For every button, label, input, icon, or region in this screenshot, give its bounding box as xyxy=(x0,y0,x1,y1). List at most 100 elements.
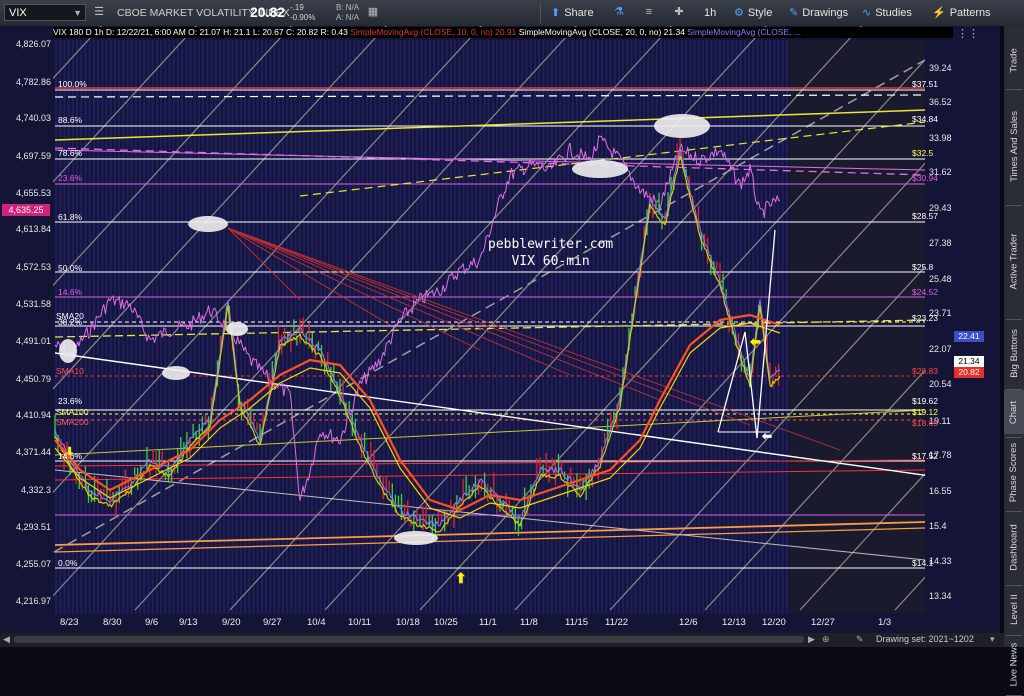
last-price: 20.82 xyxy=(250,4,286,20)
share-button[interactable]: ⬆ Share xyxy=(551,4,594,22)
sma-label: SMA200 xyxy=(56,417,89,427)
stack-icon[interactable]: ≡ xyxy=(642,5,656,20)
left-axis-tick: 4,216.97 xyxy=(15,596,51,606)
fib-label-right: $24.52 xyxy=(912,287,938,297)
style-button[interactable]: ⚙ Style xyxy=(734,4,772,22)
fib-label-left: 0.0% xyxy=(58,558,78,568)
left-axis-tick: 4,450.79 xyxy=(15,374,51,384)
fib-label-right: $18.69 xyxy=(912,418,938,428)
time-axis-tick: 8/23 xyxy=(60,617,79,628)
bottom-bar: ◀ ▶ ⊕ ✎ Drawing set: 2021~1202 ▾ xyxy=(0,633,1004,647)
fib-label-right: $14.1 xyxy=(912,558,934,568)
symbol-input[interactable]: VIX ▼ xyxy=(4,4,86,21)
left-axis-tick: 4,371.44 xyxy=(15,447,51,457)
left-axis-tick: 4,697.59 xyxy=(15,151,51,161)
sidebar-tab-label: Dashboard xyxy=(1008,523,1020,571)
sma10-readout[interactable]: SimpleMovingAvg (CLOSE, 10, 0, no) 20.91 xyxy=(350,27,516,37)
fib-label-left: 78.6% xyxy=(58,148,83,158)
horizontal-scrollbar[interactable] xyxy=(14,636,804,643)
chart-header: VIX 180 D 1h D: 12/22/21, 6:00 AM O: 21.… xyxy=(53,27,953,38)
drawing-set-label[interactable]: Drawing set: 2021~1202 xyxy=(876,634,974,644)
time-axis-tick: 9/6 xyxy=(145,617,159,628)
sidebar-tab-label: Big Buttons xyxy=(1008,328,1020,378)
symbol-text: VIX xyxy=(9,7,27,19)
pencil-icon: ✎ xyxy=(789,7,799,19)
patterns-icon: ⚡ xyxy=(932,7,946,19)
drawing-set-chevron-icon[interactable]: ▾ xyxy=(990,634,995,645)
left-axis-tick: 4,293.51 xyxy=(15,522,51,532)
fib-label-left: 23.6% xyxy=(58,396,83,406)
fib-label-left: 14.6% xyxy=(58,451,83,461)
sidebar-tab-chart[interactable]: Chart xyxy=(1004,390,1024,434)
watermark: pebblewriter.com VIX 60-min xyxy=(488,236,613,270)
right-axis-tick: 33.98 xyxy=(929,133,952,143)
ohlc-readout: VIX 180 D 1h D: 12/22/21, 6:00 AM O: 21.… xyxy=(53,27,348,37)
left-axis-tick: 4,332.3 xyxy=(20,485,51,495)
chart-drawing: ⬆⬇⬅⬅ xyxy=(0,26,1000,633)
time-axis: 8/23 8/30 9/6 9/13 9/20 9/27 10/4 10/11 10/18 10/… xyxy=(0,613,1000,633)
fib-label-right: $23.23 xyxy=(912,313,938,323)
style-icon: ⚙ xyxy=(734,7,744,19)
left-price-axis: 4,826.07 4,782.86 4,740.03 4,697.59 4,655.53… xyxy=(0,26,53,626)
time-axis-tick: 10/25 xyxy=(434,617,458,628)
percent-change: -0.90% xyxy=(290,13,316,22)
right-axis-tick: 15.4 xyxy=(929,521,947,531)
highlight-oval xyxy=(572,160,628,178)
right-axis-tick: 20.54 xyxy=(929,379,952,389)
sma5-readout[interactable]: SimpleMovingAvg (CLOSE, ... xyxy=(687,27,801,37)
drawings-button[interactable]: ✎ Drawings xyxy=(789,4,848,22)
right-axis-tick: 13.34 xyxy=(929,591,952,601)
left-axis-tick: 4,531.58 xyxy=(15,299,51,309)
sidebar-tab-big-buttons[interactable]: Big Buttons xyxy=(1004,320,1024,386)
fib-label-right: $20.83 xyxy=(912,366,938,376)
time-axis-tick: 11/8 xyxy=(520,617,538,628)
sidebar-tab-level-ii[interactable]: Level II xyxy=(1004,586,1024,632)
sidebar-tab-times-and-sales[interactable]: Times And Sales xyxy=(1004,90,1024,202)
highlight-oval xyxy=(188,216,228,232)
sidebar-tab-label: Active Trader xyxy=(1008,233,1020,289)
crosshair-icon[interactable]: ✚ xyxy=(672,5,686,20)
sidebar-tab-dashboard[interactable]: Dashboard xyxy=(1004,512,1024,582)
link-icon[interactable]: ▦ xyxy=(366,5,380,20)
sidebar-tab-active-trader[interactable]: Active Trader xyxy=(1004,206,1024,316)
flask-icon[interactable]: ⚗ xyxy=(612,5,626,20)
time-axis-tick: 10/11 xyxy=(348,617,372,628)
scroll-right-icon[interactable]: ▶ xyxy=(808,634,815,645)
time-axis-tick: 11/22 xyxy=(605,617,629,628)
time-axis-tick: 12/6 xyxy=(679,617,698,628)
studies-button[interactable]: ∿ Studies xyxy=(862,4,912,22)
bid-value: B: N/A xyxy=(336,3,360,12)
sidebar-tab-label: Live News xyxy=(1008,642,1020,686)
right-price-tag: 20.82 xyxy=(954,367,984,378)
time-axis-tick: 1/3 xyxy=(878,617,892,628)
options-icon[interactable]: ☰ xyxy=(92,5,106,20)
right-sidebar: Trade Times And Sales Active Trader Big But… xyxy=(1004,26,1024,696)
time-axis-tick: 12/13 xyxy=(722,617,746,628)
divider xyxy=(540,3,541,23)
scroll-left-icon[interactable]: ◀ xyxy=(3,634,10,645)
left-axis-tick: 4,613.84 xyxy=(15,224,51,234)
zoom-icon[interactable]: ⊕ xyxy=(822,634,830,645)
sidebar-tab-live-news[interactable]: Live News xyxy=(1004,636,1024,692)
sma20-readout[interactable]: SimpleMovingAvg (CLOSE, 20, 0, no) 21.34 xyxy=(519,27,685,37)
fib-label-right: $37.51 xyxy=(912,79,938,89)
patterns-button[interactable]: ⚡ Patterns xyxy=(932,4,991,22)
sidebar-tab-phase-scores[interactable]: Phase Scores xyxy=(1004,436,1024,508)
fib-label-left: 100.0% xyxy=(58,79,87,89)
fib-label-right: $25.8 xyxy=(912,262,934,272)
left-axis-tick: 4,740.03 xyxy=(15,113,51,123)
right-axis-tick: 25.48 xyxy=(929,274,952,284)
right-price-tag: 22.41 xyxy=(954,331,984,342)
timeframe-button[interactable]: 1h xyxy=(704,4,716,22)
left-axis-tick: 4,572.53 xyxy=(15,262,51,272)
chevron-down-icon[interactable]: ▼ xyxy=(73,5,82,22)
chart-canvas[interactable]: ⬆ ⬇ ⬅ ⬅ xyxy=(0,26,1000,633)
fib-label-right: $17.52 xyxy=(912,451,938,461)
fib-label-left: 14.6% xyxy=(58,287,83,297)
sma-label: SMA20 xyxy=(56,311,84,321)
drawing-set-icon[interactable]: ✎ xyxy=(856,634,864,645)
sidebar-tab-trade[interactable]: Trade xyxy=(1004,34,1024,86)
time-axis-tick: 11/1 xyxy=(479,617,497,628)
share-icon: ⬆ xyxy=(551,7,561,19)
right-price-tag: 21.34 xyxy=(954,356,984,367)
